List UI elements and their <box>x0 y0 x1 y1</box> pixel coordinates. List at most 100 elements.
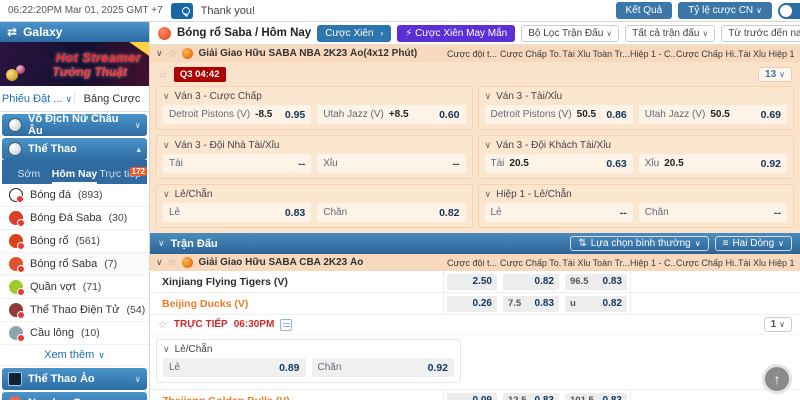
sidebar-item-tennis[interactable]: Quần vợt (71) <box>0 276 149 299</box>
odds-cell[interactable]: Lẻ0.83 <box>163 203 311 222</box>
all-matches-dropdown[interactable]: Tất cả trận đấu∨ <box>625 25 715 42</box>
moneyline-odds-cell[interactable]: 2.50 <box>447 274 497 290</box>
total-line: 50.5 <box>577 109 596 120</box>
league-header[interactable]: ∨ ☆ Giải Giao Hữu SABA NBA 2K23 Ảo(4x12 … <box>150 45 800 62</box>
odds-type-dropdown[interactable]: Tỷ lệ cược CN∨ <box>678 2 772 19</box>
over-under-odds-cell[interactable]: u0.82 <box>565 296 627 312</box>
odds-value: 0.82 <box>535 276 554 287</box>
tab-early[interactable]: Sớm <box>6 168 52 184</box>
odds-cell[interactable]: Detroit Pistons (V)50.50.86 <box>485 105 633 124</box>
chevron-down-icon[interactable]: ∨ <box>485 189 492 200</box>
banner-title: Hot Streamer <box>56 50 141 65</box>
sidebar-item-soccer[interactable]: Bóng đá (893) <box>0 184 149 207</box>
odds-cell[interactable]: Tài-- <box>163 154 311 173</box>
odds-value: 0.26 <box>473 298 492 309</box>
chevron-down-icon[interactable]: ∨ <box>156 48 163 59</box>
chevron-down-icon: ∨ <box>134 374 141 385</box>
handicap-odds-cell[interactable]: 7.50.83 <box>503 296 559 312</box>
scroll-to-top-button[interactable]: ↑ <box>762 364 792 394</box>
sidebar-section-virtual-sports[interactable]: Thể Thao Ảo ∨ <box>2 368 147 390</box>
promo-banner[interactable]: Hot Streamer Tưởng Thuật <box>0 42 149 86</box>
sidebar-section-sports[interactable]: Thể Thao ▴ <box>2 138 147 160</box>
odds-cell[interactable]: Chẵn-- <box>639 203 787 222</box>
display-mode-dropdown[interactable]: ≡Hai Dòng∨ <box>715 236 792 251</box>
match-filter-dropdown[interactable]: Bộ Lọc Trận Đấu∨ <box>521 25 619 42</box>
selection-label: Chẵn <box>318 362 342 373</box>
handicap-line: -8.5 <box>255 109 272 120</box>
sidebar-item-saba-soccer[interactable]: Bóng Đá Saba (30) <box>0 207 149 230</box>
tab-live[interactable]: Trực tiếp 172 <box>97 168 143 184</box>
match-row-home: Zhejiang Golden Bulls (V) 0.09 12.50.83 … <box>150 390 800 400</box>
odds-value: -- <box>620 207 627 219</box>
odds-cell[interactable]: Lẻ0.89 <box>163 358 306 377</box>
odds-cell[interactable]: Xỉu20.50.92 <box>639 154 787 173</box>
view-toggle[interactable] <box>778 3 800 19</box>
team-name: Xinjiang Flying Tigers (V) <box>156 276 443 288</box>
chevron-down-icon[interactable]: ∨ <box>156 257 163 268</box>
selection-label: Xỉu <box>645 158 659 169</box>
results-button[interactable]: Kết Quả <box>616 2 673 19</box>
parlay-button[interactable]: Cược Xiên › <box>317 25 391 42</box>
sidebar-section-euro[interactable]: Vô Địch Nữ Châu Âu ∨ <box>2 114 147 136</box>
odds-cell[interactable]: Lẻ-- <box>485 203 633 222</box>
lucky-parlay-label: Cược Xiên May Mắn <box>415 28 507 39</box>
chevron-down-icon: ∨ <box>66 94 73 104</box>
sidebar-item-badminton[interactable]: Cầu lông (10) <box>0 322 149 345</box>
market-count-dropdown[interactable]: 13∨ <box>758 67 792 82</box>
greeting-text: Thank you! <box>201 5 255 17</box>
favorite-star-icon[interactable]: ☆ <box>158 68 168 81</box>
favorite-star-icon[interactable]: ☆ <box>158 318 168 331</box>
chevron-down-icon[interactable]: ∨ <box>485 91 492 102</box>
tab-bet-board[interactable]: Bảng Cược <box>74 93 149 105</box>
odds-value: 0.69 <box>761 109 781 121</box>
market-panel: ∨Hiệp 1 - Lẻ/Chẵn Lẻ-- Chẵn-- <box>478 184 795 228</box>
chevron-down-icon[interactable]: ∨ <box>163 344 170 355</box>
odds-cell[interactable]: Utah Jazz (V)50.50.69 <box>639 105 787 124</box>
odds-cell[interactable]: Chẵn0.82 <box>317 203 465 222</box>
odds-cell[interactable]: Utah Jazz (V)+8.50.60 <box>317 105 465 124</box>
markets-row: ∨Ván 3 - Cược Chấp Detroit Pistons (V)-8… <box>150 86 800 135</box>
tab-today[interactable]: Hôm Nay <box>52 168 98 184</box>
sidebar-item-esports[interactable]: Thể Thao Điện Tử (54) <box>0 299 149 322</box>
market-count-value: 13 <box>765 69 776 80</box>
league-header[interactable]: ∨ ☆ Giải Giao Hữu SABA CBA 2K23 Ảo Cược … <box>150 254 800 271</box>
market-count-dropdown[interactable]: 1∨ <box>764 317 792 332</box>
sidebar-item-saba-basketball[interactable]: Bóng rổ Saba (7) <box>0 253 149 276</box>
sport-label: Thể Thao Điện Tử <box>30 304 120 316</box>
market-title: Ván 3 - Đội Khách Tài/Xỉu <box>496 140 611 151</box>
tab-bet-ticket[interactable]: Phiếu Đặt ... ∨ <box>0 93 74 105</box>
league-section-nba: ∨ ☆ Giải Giao Hữu SABA NBA 2K23 Ảo(4x12 … <box>150 45 800 233</box>
favorite-star-icon[interactable]: ☆ <box>168 256 178 269</box>
brand-bar[interactable]: ⇄ Galaxy <box>0 22 149 42</box>
show-more-link[interactable]: Xem thêm ∨ <box>0 345 149 366</box>
virtual-sports-icon <box>8 372 22 386</box>
handicap-odds-cell[interactable]: 12.50.83 <box>503 393 559 400</box>
over-under-odds-cell[interactable]: 96.50.83 <box>565 274 627 290</box>
favorite-star-icon[interactable]: ☆ <box>168 47 178 60</box>
stats-icon[interactable] <box>280 319 292 331</box>
arrow-right-icon: › <box>380 28 383 38</box>
odds-cell[interactable]: Xỉu-- <box>317 154 465 173</box>
search-button[interactable] <box>171 3 193 19</box>
selection-mode-dropdown[interactable]: ⇅Lựa chọn bình thường∨ <box>570 236 708 251</box>
lucky-parlay-button[interactable]: ⚡ Cược Xiên May Mắn <box>397 25 515 42</box>
chevron-down-icon[interactable]: ∨ <box>163 189 170 200</box>
sidebar-section-number-game[interactable]: Number Game ∨ <box>2 392 147 400</box>
sidebar-item-basketball[interactable]: Bóng rổ (561) <box>0 230 149 253</box>
over-under-odds-cell[interactable]: 101.50.83 <box>565 393 627 400</box>
breadcrumb: Bóng rổ Saba / Hôm Nay <box>177 27 311 39</box>
selection-label: Tài <box>169 158 183 169</box>
chevron-down-icon[interactable]: ∨ <box>163 91 170 102</box>
selection-label: Utah Jazz (V) <box>645 109 706 120</box>
odds-cell[interactable]: Detroit Pistons (V)-8.50.95 <box>163 105 311 124</box>
handicap-odds-cell[interactable]: 0.82 <box>503 274 559 290</box>
chevron-down-icon: ∨ <box>606 29 612 38</box>
moneyline-odds-cell[interactable]: 0.09 <box>447 393 497 400</box>
chevron-down-icon[interactable]: ∨ <box>158 238 165 249</box>
chevron-down-icon[interactable]: ∨ <box>163 140 170 151</box>
odds-cell[interactable]: Chẵn0.92 <box>312 358 455 377</box>
moneyline-odds-cell[interactable]: 0.26 <box>447 296 497 312</box>
time-filter-dropdown[interactable]: Từ trước đến nay∨ <box>721 25 800 42</box>
chevron-down-icon[interactable]: ∨ <box>485 140 492 151</box>
odds-cell[interactable]: Tài20.50.63 <box>485 154 633 173</box>
